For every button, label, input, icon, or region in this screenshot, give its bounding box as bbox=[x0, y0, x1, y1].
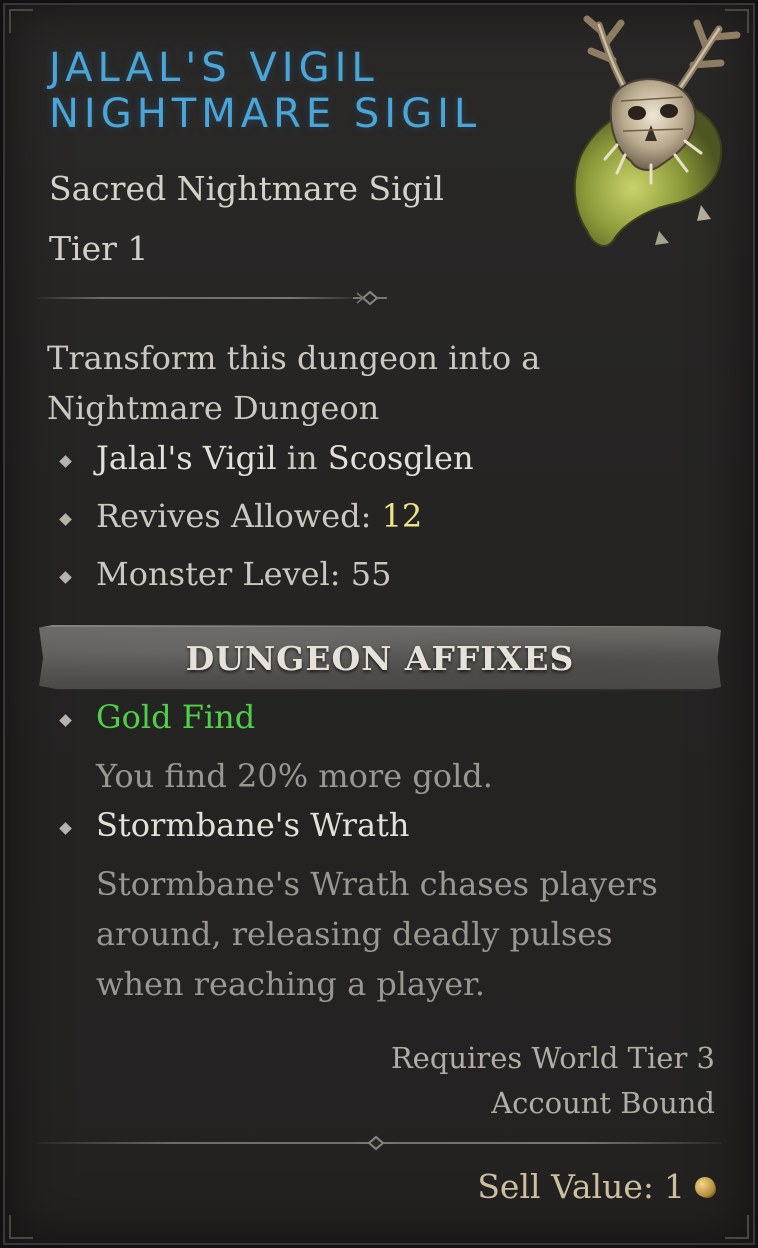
frame-corner bbox=[9, 9, 33, 33]
affix-description: You find 20% more gold. bbox=[96, 757, 493, 795]
dungeon-affixes-title: DUNGEON AFFIXES bbox=[185, 638, 575, 678]
monster-level-label: Monster Level: bbox=[96, 555, 341, 593]
location-property: Jalal's Vigil in Scosglen bbox=[96, 439, 474, 477]
diamond-bullet-icon bbox=[59, 455, 73, 469]
affix-name: Stormbane's Wrath bbox=[96, 806, 410, 844]
gold-coin-icon bbox=[695, 1176, 715, 1197]
affix-description: Stormbane's Wrath chases players around,… bbox=[96, 865, 658, 1003]
diamond-bullet-icon bbox=[59, 822, 73, 836]
diamond-bullet-icon bbox=[59, 513, 73, 527]
item-tier: Tier 1 bbox=[49, 229, 149, 268]
diamond-bullet-icon bbox=[59, 571, 73, 585]
item-name-line1: JALAL'S VIGIL bbox=[49, 45, 379, 91]
binding-status: Account Bound bbox=[491, 1086, 715, 1120]
stag-skull-sigil-icon bbox=[573, 15, 741, 247]
frame-corner bbox=[9, 1215, 33, 1239]
sell-label: Sell Value: bbox=[477, 1167, 654, 1206]
monster-level-value: 55 bbox=[350, 555, 392, 593]
frame-corner bbox=[725, 1215, 749, 1239]
location-preposition: in bbox=[286, 439, 318, 477]
section-divider bbox=[37, 1135, 727, 1151]
revives-property: Revives Allowed: 12 bbox=[96, 497, 422, 535]
item-tooltip: JALAL'S VIGIL NIGHTMARE SIGIL Sacred Nig… bbox=[0, 0, 758, 1248]
item-type: Sacred Nightmare Sigil bbox=[49, 169, 444, 208]
dungeon-affixes-header: DUNGEON AFFIXES bbox=[39, 625, 721, 691]
item-name-line2: NIGHTMARE SIGIL bbox=[49, 91, 482, 137]
world-tier-requirement: Requires World Tier 3 bbox=[390, 1041, 715, 1075]
revives-label: Revives Allowed: bbox=[96, 497, 372, 535]
item-description: Transform this dungeon into a Nightmare … bbox=[47, 339, 541, 427]
item-title: JALAL'S VIGIL NIGHTMARE SIGIL bbox=[49, 45, 481, 137]
sell-value: Sell Value: 1 bbox=[477, 1167, 715, 1206]
location-dungeon: Jalal's Vigil bbox=[96, 439, 277, 477]
monster-level-property: Monster Level: 55 bbox=[96, 555, 391, 593]
revives-value: 12 bbox=[381, 497, 423, 535]
location-region: Scosglen bbox=[327, 439, 474, 477]
section-divider bbox=[37, 290, 397, 306]
diamond-bullet-icon bbox=[59, 714, 73, 728]
divider-ornament-icon bbox=[353, 290, 387, 306]
affix-name: Gold Find bbox=[96, 698, 256, 736]
divider-ornament-icon bbox=[359, 1135, 393, 1151]
sell-amount: 1 bbox=[664, 1167, 685, 1206]
